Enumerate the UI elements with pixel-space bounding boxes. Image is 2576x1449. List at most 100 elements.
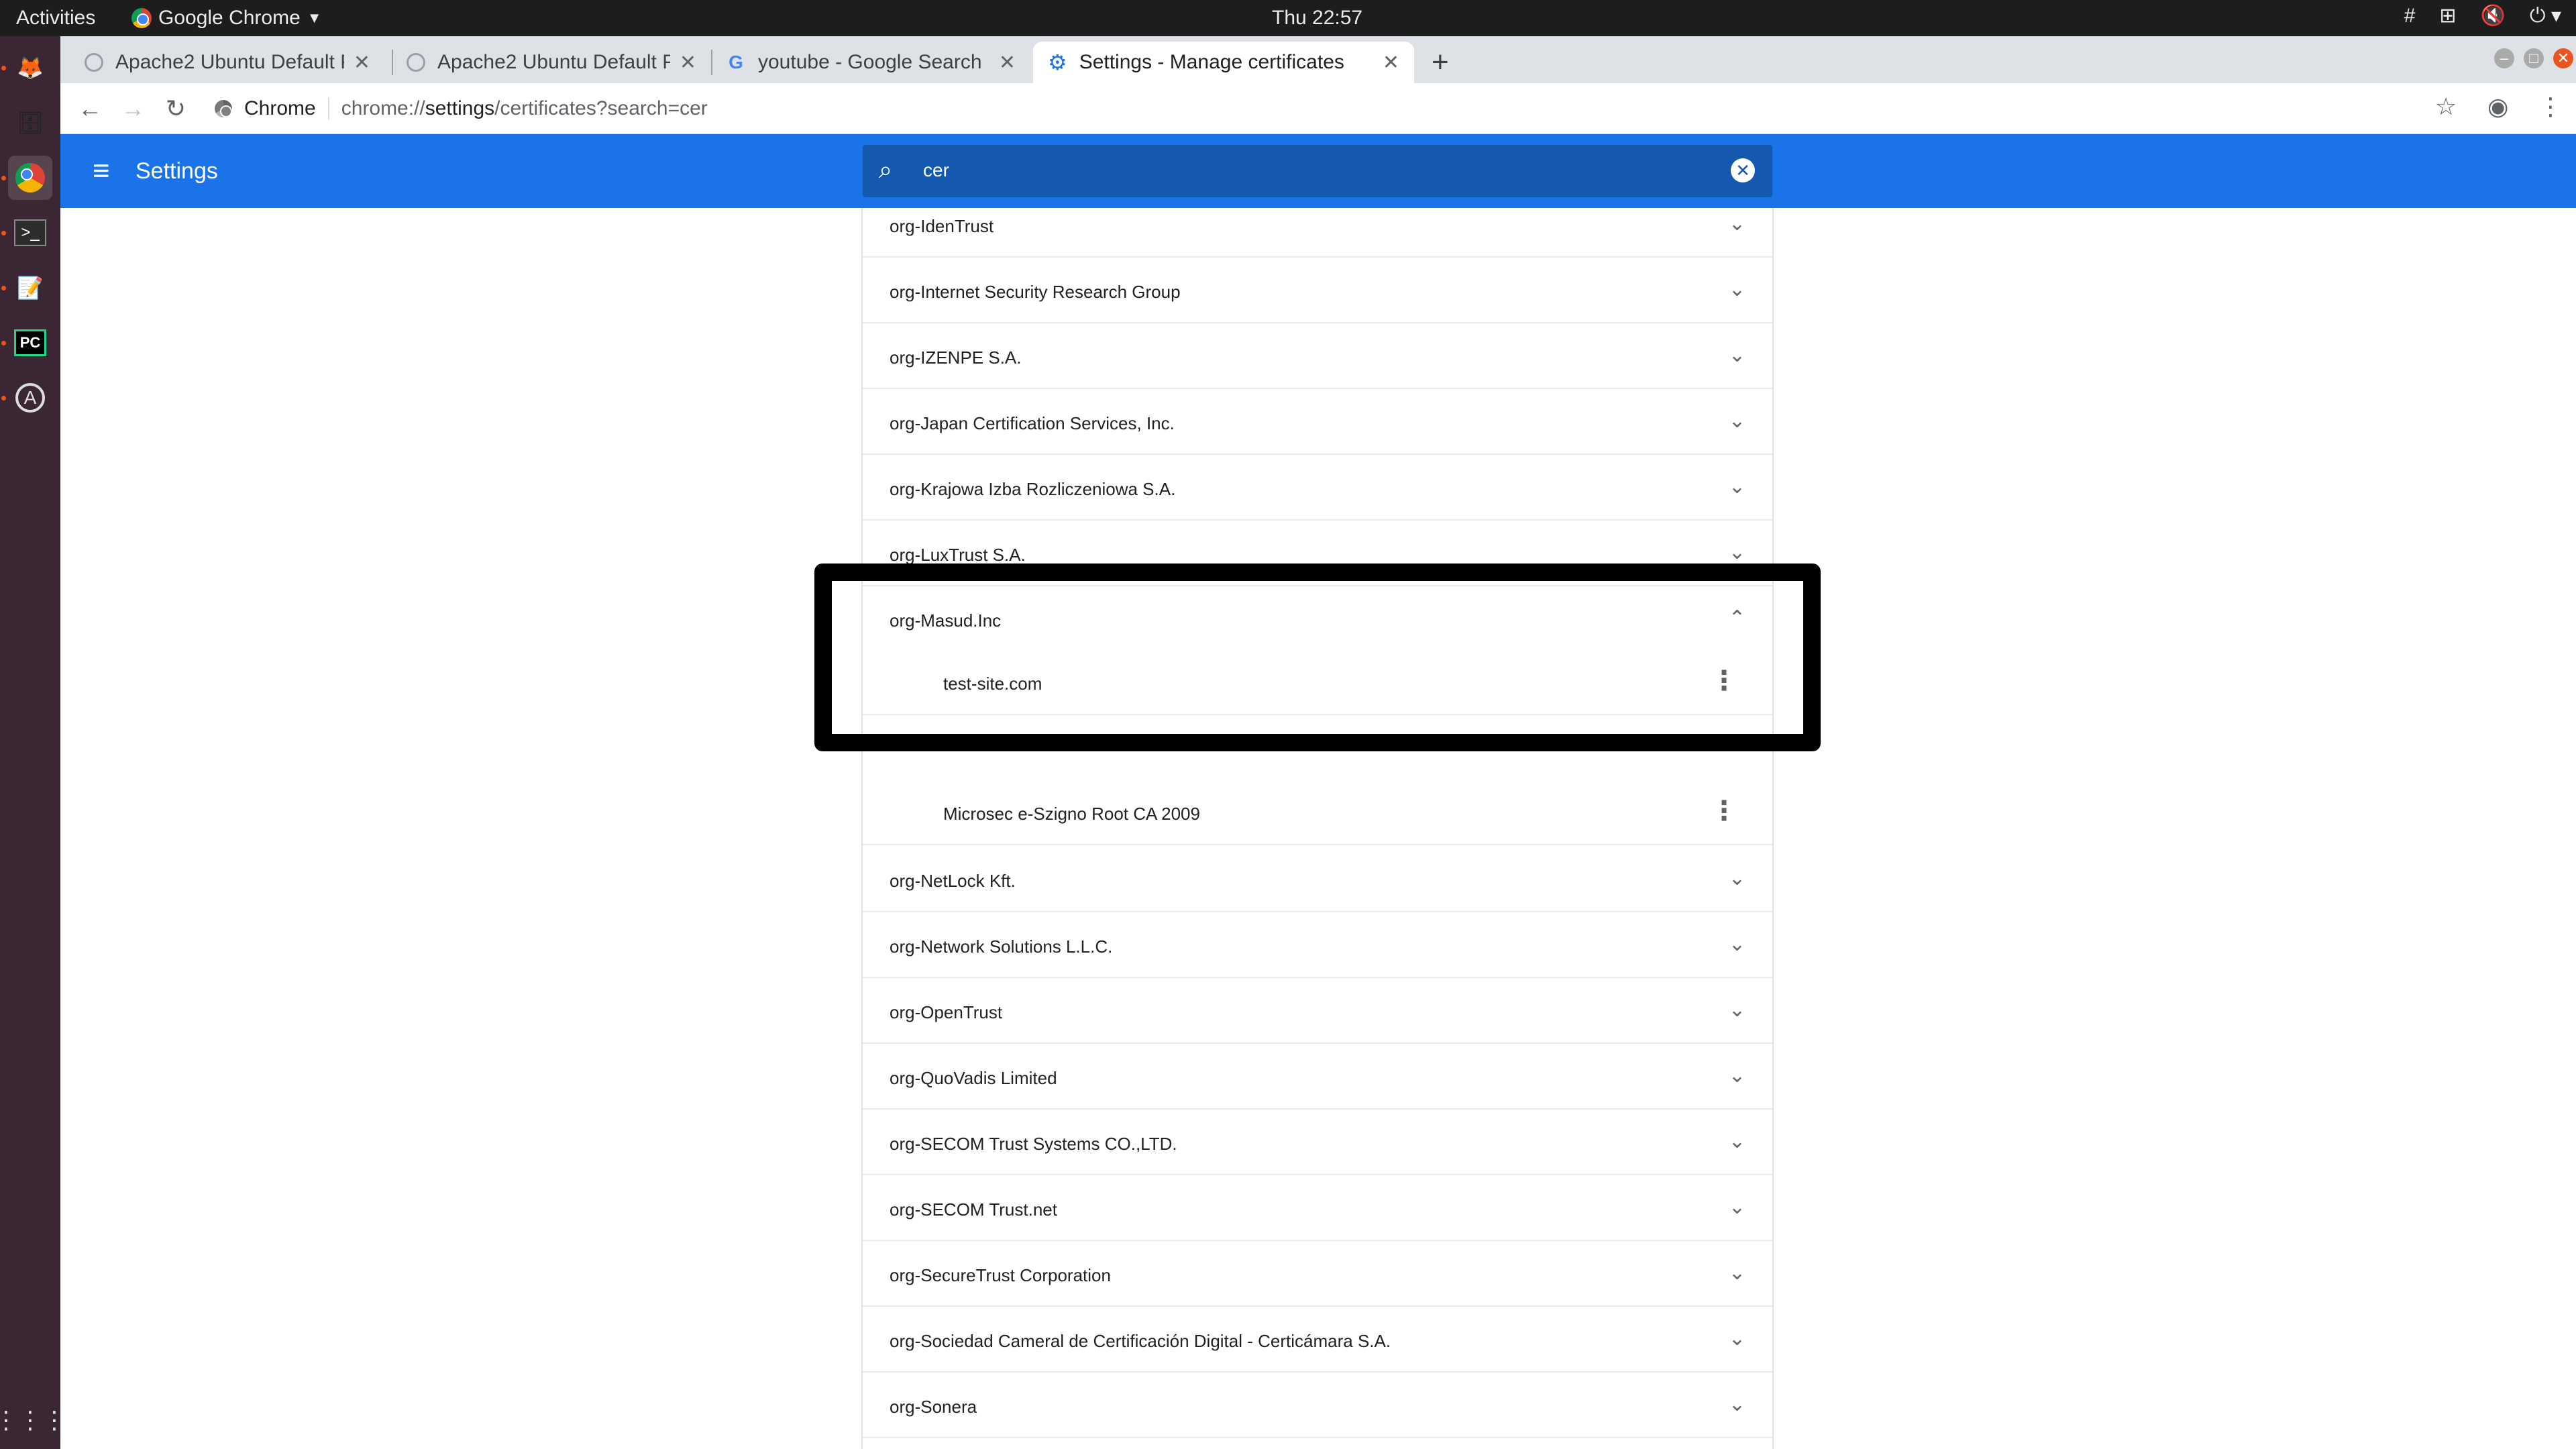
running-indicator <box>1 286 6 290</box>
app-menu[interactable]: Google Chrome ▼ <box>131 7 322 30</box>
chevron-down-icon[interactable]: ⌄ <box>1729 1393 1746 1416</box>
chrome-icon <box>131 8 152 28</box>
close-icon[interactable]: ✕ <box>999 51 1016 74</box>
org-label: org-Internet Security Research Group <box>890 282 1181 302</box>
search-input[interactable]: cer <box>923 160 949 181</box>
reload-button[interactable]: ↻ <box>158 91 193 126</box>
close-icon[interactable]: ✕ <box>354 51 370 74</box>
cert-label: Microsec e-Szigno Root CA 2009 <box>943 804 1200 824</box>
ubuntu-dock: 🦊 🗄 >_ 📝 PC A ⋮⋮⋮ <box>0 36 66 1449</box>
network-icon[interactable]: ⊞ <box>2439 4 2456 28</box>
gear-icon: ⚙ <box>1048 50 1067 74</box>
show-applications-icon[interactable]: ⋮⋮⋮ <box>0 1398 66 1442</box>
org-label: org-Krajowa Izba Rozliczeniowa S.A. <box>890 479 1176 499</box>
site-info-chip[interactable]: Chrome <box>215 97 329 120</box>
chevron-down-icon[interactable]: ⌄ <box>1729 541 1746 564</box>
settings-search-field[interactable]: ⌕ cer ✕ <box>863 145 1772 197</box>
tab-apache-2[interactable]: Apache2 Ubuntu Default Page: It works ✕ <box>392 42 711 83</box>
org-row[interactable]: org-Sociedad Cameral de Certificación Di… <box>863 1307 1772 1373</box>
org-label: org-Japan Certification Services, Inc. <box>890 413 1175 433</box>
files-icon[interactable]: 🗄 <box>8 101 52 145</box>
chevron-down-icon[interactable]: ⌄ <box>1729 212 1746 235</box>
org-label: org-SECOM Trust.net <box>890 1199 1057 1220</box>
clock[interactable]: Thu 22:57 <box>1272 7 1362 30</box>
org-row[interactable]: org-SECOM Trust.net ⌄ <box>863 1175 1772 1241</box>
omnibox[interactable]: Chrome chrome://settings/certificates?se… <box>215 93 708 125</box>
org-row[interactable]: org-Sonera ⌄ <box>863 1373 1772 1438</box>
org-row[interactable]: org-SecureTrust Corporation ⌄ <box>863 1241 1772 1307</box>
chrome-dock-icon[interactable] <box>8 156 52 200</box>
chevron-down-icon[interactable]: ⌄ <box>1729 343 1746 367</box>
chevron-down-icon[interactable]: ⌄ <box>1729 867 1746 890</box>
cert-row[interactable]: Microsec e-Szigno Root CA 2009 ⋮ <box>863 781 1772 845</box>
software-updater-icon[interactable]: A <box>8 376 52 420</box>
forward-button[interactable]: → <box>115 91 150 126</box>
more-actions-icon[interactable]: ⋮ <box>1711 796 1737 826</box>
chevron-down-icon[interactable]: ⌄ <box>1729 932 1746 956</box>
tab-title: youtube - Google Search <box>758 51 982 73</box>
firefox-icon[interactable]: 🦊 <box>8 46 52 90</box>
running-indicator <box>1 396 6 400</box>
tab-apache-1[interactable]: Apache2 Ubuntu Default Page: It works ✕ <box>70 42 385 83</box>
system-tray[interactable]: # ⊞ 🔇 ⏻ ▾ <box>2404 4 2561 28</box>
pycharm-icon[interactable]: PC <box>8 321 52 365</box>
close-icon[interactable]: ✕ <box>1383 51 1399 74</box>
org-row[interactable]: org-Internet Security Research Group ⌄ <box>863 258 1772 323</box>
org-row[interactable]: org-OpenTrust ⌄ <box>863 978 1772 1044</box>
org-row[interactable]: org-Japan Certification Services, Inc. ⌄ <box>863 389 1772 455</box>
volume-icon[interactable]: 🔇 <box>2481 4 2506 28</box>
org-row[interactable]: org-QuoVadis Limited ⌄ <box>863 1044 1772 1110</box>
bookmark-star-icon[interactable]: ☆ <box>2435 93 2457 121</box>
chevron-down-icon[interactable]: ⌄ <box>1729 409 1746 433</box>
org-label: org-Sonera <box>890 1397 977 1417</box>
site-label: Chrome <box>244 97 316 119</box>
settings-header: ≡ Settings ⌕ cer ✕ <box>60 134 2576 208</box>
org-label: org-SECOM Trust Systems CO.,LTD. <box>890 1134 1177 1154</box>
chrome-menu-icon[interactable]: ⋮ <box>2538 93 2563 121</box>
slack-icon[interactable]: # <box>2404 5 2416 28</box>
tab-settings-certificates[interactable]: ⚙ Settings - Manage certificates ✕ <box>1033 42 1414 83</box>
org-label: org-OpenTrust <box>890 1002 1003 1022</box>
running-indicator <box>1 66 6 70</box>
globe-icon <box>85 53 103 72</box>
org-label: org-LuxTrust S.A. <box>890 545 1026 565</box>
chevron-down-icon[interactable]: ⌄ <box>1729 1130 1746 1153</box>
org-row[interactable]: org-IZENPE S.A. ⌄ <box>863 323 1772 389</box>
org-label: org-SecureTrust Corporation <box>890 1265 1111 1285</box>
org-row[interactable]: org-Krajowa Izba Rozliczeniowa S.A. ⌄ <box>863 455 1772 521</box>
tab-youtube-search[interactable]: G youtube - Google Search ✕ <box>711 42 1030 83</box>
org-row[interactable]: org-IdenTrust ⌄ <box>863 208 1772 258</box>
chevron-down-icon[interactable]: ⌄ <box>1729 475 1746 498</box>
chevron-down-icon[interactable]: ⌄ <box>1729 1195 1746 1219</box>
close-window-button[interactable]: ✕ <box>2553 48 2573 68</box>
chevron-down-icon[interactable]: ⌄ <box>1729 1261 1746 1285</box>
new-tab-button[interactable]: + <box>1432 46 1449 79</box>
activities-button[interactable]: Activities <box>16 7 95 30</box>
settings-content: org-IdenTrust ⌄ org-Internet Security Res… <box>60 208 2576 1449</box>
chevron-down-icon[interactable]: ⌄ <box>1729 1064 1746 1087</box>
terminal-icon[interactable]: >_ <box>8 211 52 255</box>
maximize-button[interactable]: □ <box>2524 48 2544 68</box>
minimize-button[interactable]: – <box>2494 48 2514 68</box>
clear-search-icon[interactable]: ✕ <box>1731 158 1755 182</box>
url-host: settings <box>425 97 495 119</box>
back-button[interactable]: ← <box>72 91 107 126</box>
org-row[interactable]: org-NetLock Kft. ⌄ <box>863 847 1772 912</box>
browser-toolbar: ← → ↻ Chrome chrome://settings/certifica… <box>60 83 2576 134</box>
org-row[interactable]: org-Network Solutions L.L.C. ⌄ <box>863 912 1772 978</box>
tab-title: Apache2 Ubuntu Default Page: It works <box>115 51 344 73</box>
chevron-down-icon[interactable]: ⌄ <box>1729 278 1746 301</box>
org-label: org-IZENPE S.A. <box>890 347 1022 368</box>
hamburger-menu-icon[interactable]: ≡ <box>93 154 110 188</box>
close-icon[interactable]: ✕ <box>680 51 696 74</box>
chevron-down-icon[interactable]: ⌄ <box>1729 1327 1746 1350</box>
url-scheme: chrome:// <box>341 97 425 119</box>
power-icon[interactable]: ⏻ ▾ <box>2530 4 2561 28</box>
chevron-down-icon[interactable]: ⌄ <box>1729 998 1746 1022</box>
org-row[interactable]: org-SECOM Trust Systems CO.,LTD. ⌄ <box>863 1110 1772 1175</box>
profile-avatar-icon[interactable]: ◉ <box>2487 93 2508 121</box>
org-label: org-Sociedad Cameral de Certificación Di… <box>890 1331 1391 1351</box>
text-editor-icon[interactable]: 📝 <box>8 266 52 310</box>
certificate-list: org-IdenTrust ⌄ org-Internet Security Res… <box>861 208 1774 1449</box>
tab-title: Apache2 Ubuntu Default Page: It works <box>437 51 670 73</box>
